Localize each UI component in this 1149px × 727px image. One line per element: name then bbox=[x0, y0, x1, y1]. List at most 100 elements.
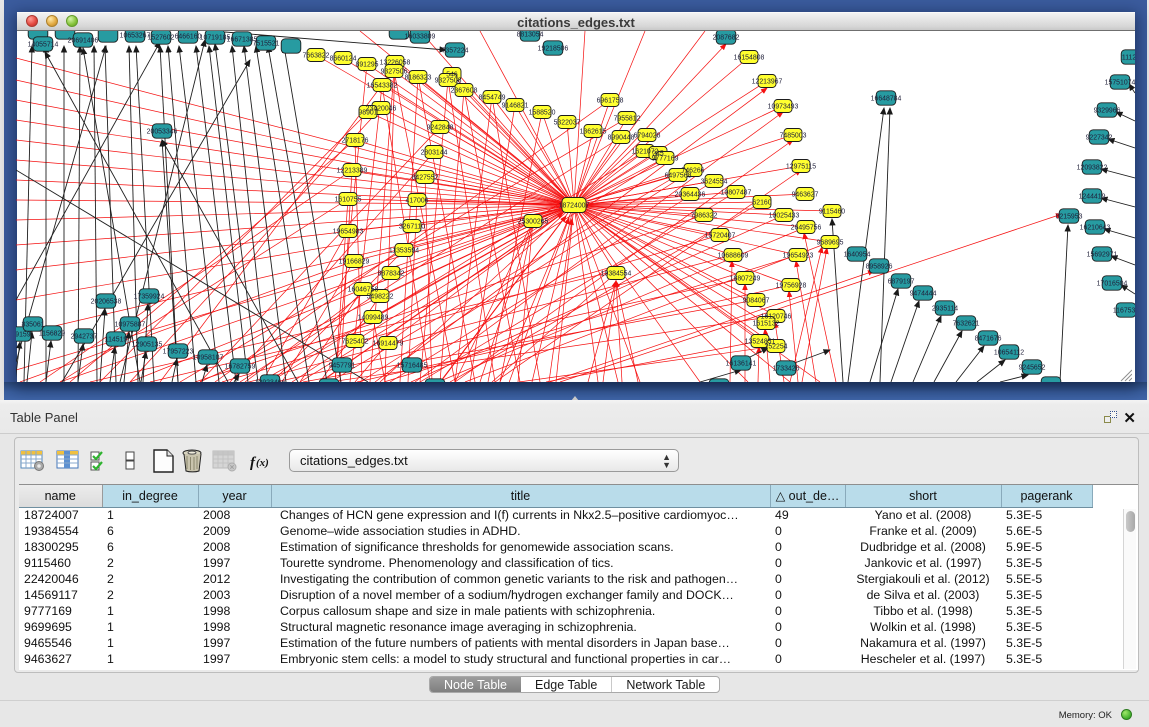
svg-text:8990448: 8990448 bbox=[608, 135, 635, 142]
svg-text:6466160: 6466160 bbox=[175, 34, 202, 41]
svg-text:2935114: 2935114 bbox=[932, 306, 958, 313]
svg-text:11123: 11123 bbox=[1122, 55, 1135, 62]
svg-text:7955812: 7955812 bbox=[614, 116, 641, 123]
svg-text:17957223: 17957223 bbox=[163, 349, 194, 356]
svg-text:1167533: 1167533 bbox=[1113, 308, 1135, 315]
svg-text:13226058: 13226058 bbox=[380, 60, 411, 67]
svg-text:9329966: 9329966 bbox=[1094, 108, 1121, 115]
svg-text:8813054: 8813054 bbox=[517, 32, 544, 39]
svg-text:18807249: 18807249 bbox=[730, 276, 761, 283]
svg-text:9474444: 9474444 bbox=[910, 291, 937, 298]
svg-text:6497568: 6497568 bbox=[665, 173, 692, 180]
svg-text:16782759: 16782759 bbox=[225, 364, 256, 371]
svg-text:7632621: 7632621 bbox=[953, 321, 980, 328]
svg-text:16136141: 16136141 bbox=[726, 361, 757, 368]
svg-text:6794028: 6794028 bbox=[634, 133, 661, 140]
svg-text:20206538: 20206538 bbox=[91, 299, 122, 306]
svg-text:(x): (x) bbox=[256, 457, 269, 469]
svg-text:2087682: 2087682 bbox=[713, 35, 740, 42]
svg-text:2718176: 2718176 bbox=[342, 138, 369, 145]
svg-text:25300265: 25300265 bbox=[518, 219, 549, 226]
svg-text:16120746: 16120746 bbox=[761, 314, 792, 321]
svg-text:8427552: 8427552 bbox=[412, 175, 439, 182]
svg-text:10653267: 10653267 bbox=[120, 33, 151, 40]
svg-text:98901: 98901 bbox=[358, 110, 377, 117]
svg-text:10807487: 10807487 bbox=[721, 190, 752, 197]
svg-text:16210643: 16210643 bbox=[1080, 225, 1111, 232]
svg-text:7625402: 7625402 bbox=[342, 339, 369, 346]
svg-text:10958107: 10958107 bbox=[193, 355, 224, 362]
svg-text:20691406: 20691406 bbox=[68, 38, 99, 45]
svg-text:17016504: 17016504 bbox=[1097, 281, 1128, 288]
svg-text:8471676: 8471676 bbox=[975, 336, 1002, 343]
svg-text:1588520: 1588520 bbox=[529, 110, 556, 117]
svg-text:12093822: 12093822 bbox=[1077, 165, 1108, 172]
svg-text:12905135: 12905135 bbox=[132, 342, 163, 349]
svg-text:20364436: 20364436 bbox=[675, 192, 706, 199]
svg-text:10654112: 10654112 bbox=[994, 350, 1024, 357]
svg-text:11353594: 11353594 bbox=[389, 248, 419, 255]
svg-text:10975887: 10975887 bbox=[115, 322, 146, 329]
svg-text:12975115: 12975115 bbox=[786, 164, 816, 171]
svg-text:19166829: 19166829 bbox=[339, 259, 370, 266]
svg-text:891295: 891295 bbox=[356, 62, 379, 69]
svg-text:5322037: 5322037 bbox=[554, 120, 581, 127]
svg-text:14055714: 14055714 bbox=[28, 42, 59, 49]
svg-text:19654923: 19654923 bbox=[783, 253, 814, 260]
svg-text:10973493: 10973493 bbox=[768, 104, 799, 111]
svg-text:19218506: 19218506 bbox=[538, 46, 569, 53]
svg-text:3624554: 3624554 bbox=[701, 179, 728, 186]
svg-text:9457791: 9457791 bbox=[329, 363, 356, 370]
svg-text:2803144: 2803144 bbox=[421, 150, 448, 157]
svg-text:8454749: 8454749 bbox=[479, 95, 506, 102]
svg-text:7986322: 7986322 bbox=[691, 213, 718, 220]
svg-text:7515521: 7515521 bbox=[253, 41, 280, 48]
svg-text:62160: 62160 bbox=[752, 200, 771, 207]
svg-text:15751074: 15751074 bbox=[1105, 80, 1135, 87]
svg-text:2367608: 2367608 bbox=[451, 88, 478, 95]
svg-text:7357224: 7357224 bbox=[442, 48, 469, 55]
svg-text:9327508: 9327508 bbox=[435, 78, 462, 85]
svg-text:9463627: 9463627 bbox=[792, 192, 819, 199]
svg-text:16648784: 16648784 bbox=[871, 96, 902, 103]
svg-text:9327506: 9327506 bbox=[381, 69, 408, 76]
svg-text:12213389: 12213389 bbox=[337, 168, 368, 175]
svg-text:1610755: 1610755 bbox=[335, 197, 362, 204]
svg-text:7663822: 7663822 bbox=[303, 53, 330, 60]
svg-text:9242848: 9242848 bbox=[427, 125, 454, 132]
svg-text:1244419: 1244419 bbox=[1079, 194, 1106, 201]
svg-text:5498222: 5498222 bbox=[367, 294, 394, 301]
svg-text:10688609: 10688609 bbox=[718, 253, 749, 260]
svg-text:16046758: 16046758 bbox=[348, 287, 379, 294]
svg-text:18724007: 18724007 bbox=[559, 203, 590, 210]
svg-text:9689695: 9689695 bbox=[817, 240, 844, 247]
svg-text:8958926: 8958926 bbox=[866, 264, 893, 271]
svg-text:14099489: 14099489 bbox=[358, 315, 389, 322]
svg-text:6961758: 6961758 bbox=[597, 98, 624, 105]
svg-text:1156829: 1156829 bbox=[39, 331, 65, 338]
svg-text:8215953: 8215953 bbox=[1056, 214, 1083, 221]
svg-text:2942737: 2942737 bbox=[71, 334, 98, 341]
svg-text:6879197: 6879197 bbox=[888, 279, 915, 286]
svg-text:835061: 835061 bbox=[22, 322, 45, 329]
svg-text:16543382: 16543382 bbox=[367, 83, 398, 90]
svg-text:19384554: 19384554 bbox=[601, 271, 632, 278]
svg-text:10025433: 10025433 bbox=[769, 213, 800, 220]
svg-text:417006: 417006 bbox=[406, 198, 429, 205]
svg-text:16154808: 16154808 bbox=[734, 55, 765, 62]
svg-text:9227342: 9227342 bbox=[1086, 135, 1113, 142]
svg-text:9084067: 9084067 bbox=[743, 298, 770, 305]
svg-text:1733426: 1733426 bbox=[773, 366, 800, 373]
svg-text:114519: 114519 bbox=[105, 337, 128, 344]
svg-text:39159: 39159 bbox=[16, 332, 31, 339]
svg-text:19654983: 19654983 bbox=[333, 229, 364, 236]
svg-text:9146821: 9146821 bbox=[502, 103, 529, 110]
svg-text:15716485: 15716485 bbox=[397, 363, 428, 370]
svg-text:1527602: 1527602 bbox=[148, 35, 175, 42]
svg-text:252254: 252254 bbox=[765, 344, 788, 351]
svg-text:8878342: 8878342 bbox=[378, 271, 405, 278]
svg-text:9115460: 9115460 bbox=[819, 209, 845, 216]
svg-text:19756928: 19756928 bbox=[776, 283, 807, 290]
svg-text:1640954: 1640954 bbox=[844, 252, 871, 259]
svg-text:16033809: 16033809 bbox=[405, 34, 436, 41]
